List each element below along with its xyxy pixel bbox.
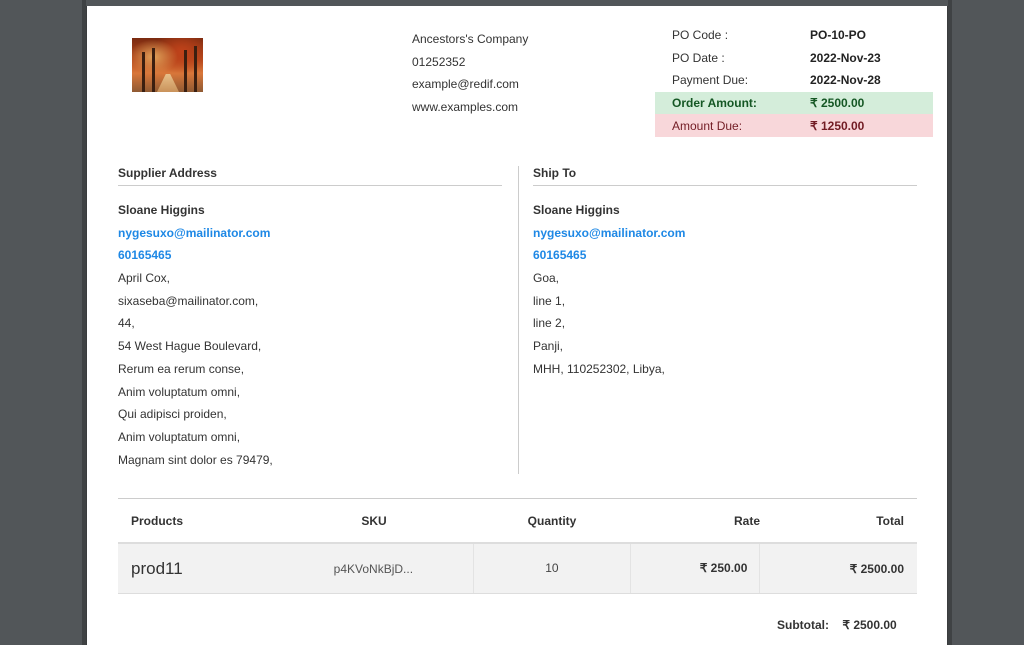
company-email: example@redif.com bbox=[412, 77, 519, 92]
header-total: Total bbox=[876, 513, 904, 528]
cell-quantity: 10 bbox=[473, 544, 631, 593]
po-date-row: PO Date : 2022-Nov-23 bbox=[655, 47, 933, 70]
supplier-address-heading: Supplier Address bbox=[118, 166, 502, 186]
cell-rate: ₹ 250.00 bbox=[631, 544, 761, 593]
po-code-label: PO Code : bbox=[672, 28, 729, 43]
cell-product: prod11 bbox=[131, 558, 183, 578]
supplier-address-line: Rerum ea rerum conse, bbox=[118, 361, 245, 376]
po-code-row: PO Code : PO-10-PO bbox=[655, 24, 933, 47]
payment-due-label: Payment Due: bbox=[672, 73, 749, 88]
viewer-shadow-right bbox=[948, 0, 952, 645]
payment-due-value: 2022-Nov-28 bbox=[810, 73, 881, 88]
header-sku: SKU bbox=[361, 513, 387, 528]
ship-to-name: Sloane Higgins bbox=[533, 203, 620, 217]
payment-due-row: Payment Due: 2022-Nov-28 bbox=[655, 69, 933, 92]
table-header-row: Products SKU Quantity Rate Total bbox=[118, 498, 917, 544]
ship-to-address-line: line 2, bbox=[533, 316, 566, 331]
supplier-address-section: Supplier Address Sloane Higgins nygesuxo… bbox=[118, 166, 502, 471]
amount-due-row: Amount Due: ₹ 1250.00 bbox=[655, 114, 933, 137]
products-table: Products SKU Quantity Rate Total prod11 … bbox=[118, 498, 917, 594]
ship-to-section: Ship To Sloane Higgins nygesuxo@mailinat… bbox=[533, 166, 917, 381]
company-info: Ancestors's Company 01252352 example@red… bbox=[412, 28, 528, 118]
po-date-value: 2022-Nov-23 bbox=[810, 50, 881, 65]
supplier-address-line: sixaseba@mailinator.com, bbox=[118, 293, 259, 308]
supplier-address-line: Magnam sint dolor es 79479, bbox=[118, 452, 273, 467]
supplier-address-line: Qui adipisci proiden, bbox=[118, 407, 227, 422]
ship-to-address-line: Panji, bbox=[533, 339, 564, 354]
cell-sku: p4KVoNkBjD... bbox=[333, 561, 414, 576]
order-amount-row: Order Amount: ₹ 2500.00 bbox=[655, 91, 933, 115]
subtotal: Subtotal: ₹ 2500.00 bbox=[777, 618, 897, 632]
address-divider bbox=[518, 166, 519, 474]
supplier-address-line: April Cox, bbox=[118, 271, 171, 286]
subtotal-label: Subtotal: bbox=[777, 618, 829, 632]
ship-to-phone-link[interactable]: 60165465 bbox=[533, 244, 917, 267]
header-quantity: Quantity bbox=[527, 513, 577, 528]
purchase-order-page: Ancestors's Company 01252352 example@red… bbox=[86, 6, 948, 645]
header-products: Products bbox=[131, 513, 184, 528]
ship-to-email-link[interactable]: nygesuxo@mailinator.com bbox=[533, 222, 917, 245]
ship-to-address-line: MHH, 110252302, Libya, bbox=[533, 361, 665, 376]
order-amount-label: Order Amount: bbox=[672, 96, 757, 111]
amount-due-label: Amount Due: bbox=[672, 118, 743, 133]
company-name: Ancestors's Company bbox=[412, 32, 529, 46]
ship-to-address-line: Goa, bbox=[533, 271, 560, 286]
supplier-address-line: 44, bbox=[118, 316, 135, 331]
supplier-address-line: Anim voluptatum omni, bbox=[118, 384, 241, 399]
company-logo-image bbox=[132, 38, 203, 92]
supplier-address-line: 54 West Hague Boulevard, bbox=[118, 339, 262, 354]
po-date-label: PO Date : bbox=[672, 50, 725, 65]
ship-to-heading: Ship To bbox=[533, 166, 917, 186]
supplier-phone-link[interactable]: 60165465 bbox=[118, 244, 502, 267]
po-code-value: PO-10-PO bbox=[810, 28, 867, 43]
header-rate: Rate bbox=[733, 513, 760, 528]
cell-total: ₹ 2500.00 bbox=[849, 561, 904, 576]
supplier-address-line: Anim voluptatum omni, bbox=[118, 429, 241, 444]
table-row: prod11 p4KVoNkBjD... 10 ₹ 250.00 ₹ 2500.… bbox=[118, 544, 917, 594]
amount-due-value: ₹ 1250.00 bbox=[810, 118, 865, 133]
company-website: www.examples.com bbox=[412, 99, 519, 114]
subtotal-value: ₹ 2500.00 bbox=[842, 618, 897, 632]
supplier-email-link[interactable]: nygesuxo@mailinator.com bbox=[118, 222, 502, 245]
order-amount-value: ₹ 2500.00 bbox=[810, 96, 865, 111]
po-summary: PO Code : PO-10-PO PO Date : 2022-Nov-23… bbox=[655, 24, 933, 137]
supplier-name: Sloane Higgins bbox=[118, 203, 205, 217]
ship-to-address-line: line 1, bbox=[533, 293, 566, 308]
company-phone: 01252352 bbox=[412, 54, 466, 69]
